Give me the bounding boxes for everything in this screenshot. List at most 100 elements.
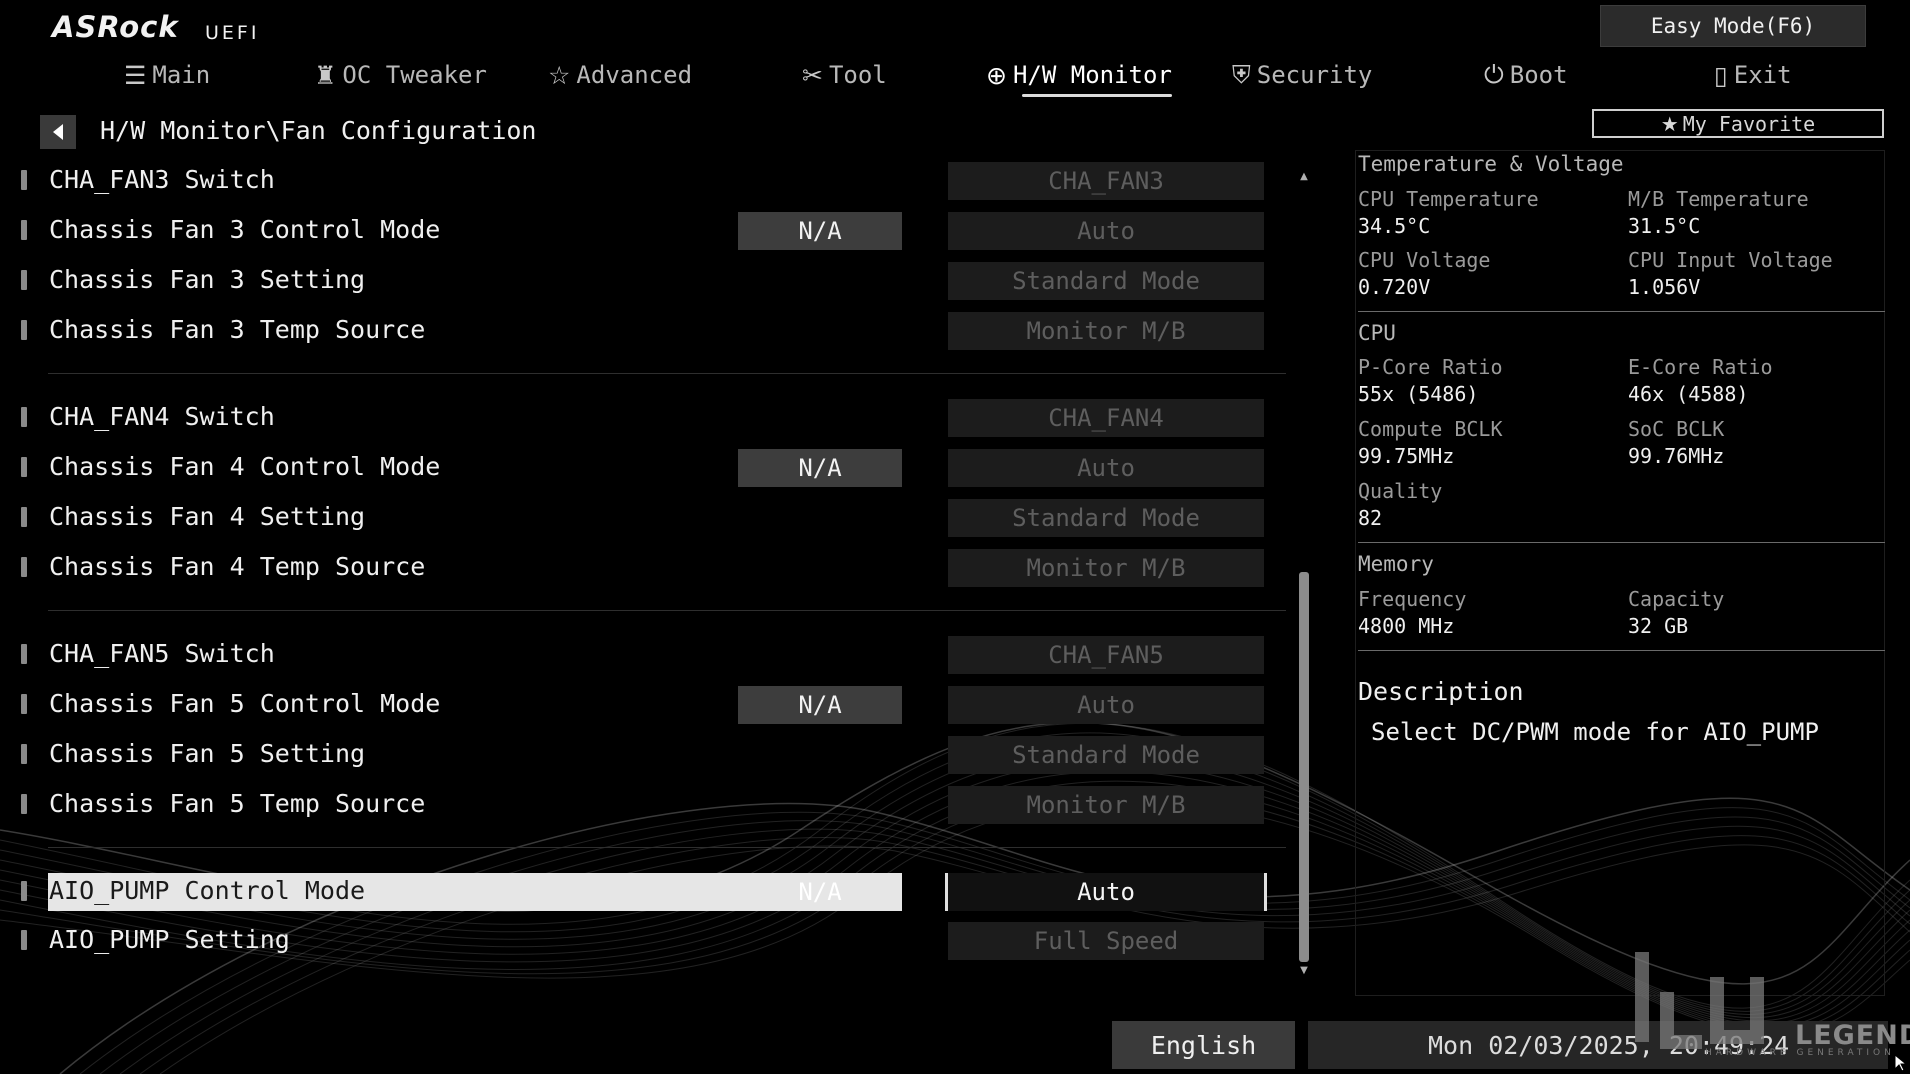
uefi-logo-text: UEFI <box>205 22 260 44</box>
legend-watermark-subtext: HARDWARE GENERATION <box>1705 1048 1895 1058</box>
my-favorite-label: My Favorite <box>1682 111 1816 136</box>
tab-tool[interactable]: ✂ Tool <box>802 55 887 95</box>
description-title: Description <box>1358 677 1524 706</box>
row-marker <box>21 507 27 527</box>
setting-label: Chassis Fan 3 Control Mode <box>49 215 441 244</box>
tab-exit-label: Exit <box>1733 61 1792 89</box>
row-marker <box>21 220 27 240</box>
tab-hw-monitor[interactable]: ⊕ H/W Monitor <box>986 55 1172 97</box>
scrollbar[interactable]: ▲ ▼ <box>1296 168 1312 978</box>
setting-value[interactable]: Standard Mode <box>948 499 1264 537</box>
setting-row-cha-fan4-switch[interactable]: CHA_FAN4 Switch CHA_FAN4 <box>18 399 1288 439</box>
monitor-icon: ⊕ <box>986 60 1007 90</box>
back-button[interactable] <box>40 115 76 149</box>
memory-capacity-label: Capacity <box>1628 587 1725 611</box>
scroll-thumb[interactable] <box>1299 572 1309 962</box>
setting-row-chassis-fan4-control-mode[interactable]: Chassis Fan 4 Control Mode N/A Auto <box>18 449 1288 489</box>
soc-bclk-value: 99.76MHz <box>1628 444 1725 468</box>
tab-exit[interactable]: ▯ Exit <box>1714 55 1792 95</box>
tab-advanced[interactable]: ☆ Advanced <box>548 55 692 95</box>
pcore-ratio-label: P-Core Ratio <box>1358 355 1503 379</box>
setting-label: CHA_FAN5 Switch <box>49 639 275 668</box>
cpu-input-voltage-label: CPU Input Voltage <box>1628 248 1833 272</box>
my-favorite-button[interactable]: ★ My Favorite <box>1592 109 1884 138</box>
setting-row-chassis-fan3-setting[interactable]: Chassis Fan 3 Setting Standard Mode <box>18 262 1288 302</box>
tab-hw-monitor-label: H/W Monitor <box>1012 61 1172 89</box>
row-marker <box>21 457 27 477</box>
memory-frequency-label: Frequency <box>1358 587 1467 611</box>
setting-label: Chassis Fan 3 Setting <box>49 265 366 294</box>
cpu-input-voltage-value: 1.056V <box>1628 275 1701 299</box>
setting-row-chassis-fan5-control-mode[interactable]: Chassis Fan 5 Control Mode N/A Auto <box>18 686 1288 726</box>
legend-watermark-text: LEGEND <box>1795 1020 1910 1051</box>
setting-row-aio-pump-control-mode[interactable]: AIO_PUMP Control Mode N/A Auto <box>18 873 1288 913</box>
setting-row-chassis-fan4-setting[interactable]: Chassis Fan 4 Setting Standard Mode <box>18 499 1288 539</box>
breadcrumb: H/W Monitor\Fan Configuration <box>100 116 537 145</box>
setting-label: Chassis Fan 5 Setting <box>49 739 366 768</box>
panel-divider <box>1358 650 1885 651</box>
cpu-temp-label: CPU Temperature <box>1358 187 1539 211</box>
setting-value[interactable]: Monitor M/B <box>948 786 1264 824</box>
setting-row-chassis-fan3-control-mode[interactable]: Chassis Fan 3 Control Mode N/A Auto <box>18 212 1288 252</box>
setting-row-cha-fan5-switch[interactable]: CHA_FAN5 Switch CHA_FAN5 <box>18 636 1288 676</box>
tab-boot[interactable]: ⏻ Boot <box>1484 55 1568 95</box>
cpu-section-title: CPU <box>1358 321 1396 345</box>
tab-security-label: Security <box>1256 61 1373 89</box>
current-reading: N/A <box>738 686 902 724</box>
language-button[interactable]: English <box>1112 1021 1295 1069</box>
easy-mode-button[interactable]: Easy Mode(F6) <box>1600 5 1866 47</box>
quality-value: 82 <box>1358 506 1383 530</box>
row-marker <box>21 270 27 290</box>
tab-security[interactable]: ⛨ Security <box>1232 55 1372 95</box>
soc-bclk-label: SoC BCLK <box>1628 417 1725 441</box>
scroll-up-arrow-icon[interactable]: ▲ <box>1296 168 1312 184</box>
setting-value[interactable]: CHA_FAN4 <box>948 399 1264 437</box>
row-marker <box>21 644 27 664</box>
row-marker <box>21 557 27 577</box>
pcore-ratio-value: 55x (5486) <box>1358 382 1479 406</box>
ecore-ratio-label: E-Core Ratio <box>1628 355 1773 379</box>
tab-oc-tweaker-label: OC Tweaker <box>342 61 487 89</box>
info-panel <box>1355 150 1885 996</box>
setting-value[interactable]: Auto <box>945 873 1267 911</box>
setting-value[interactable]: CHA_FAN5 <box>948 636 1264 674</box>
tab-oc-tweaker[interactable]: ♜ OC Tweaker <box>314 55 487 95</box>
star-icon: ☆ <box>548 60 571 90</box>
group-divider <box>48 610 1286 611</box>
setting-value[interactable]: Full Speed <box>948 922 1264 960</box>
setting-value[interactable]: Standard Mode <box>948 262 1264 300</box>
setting-label: Chassis Fan 5 Temp Source <box>49 789 426 818</box>
setting-value[interactable]: Standard Mode <box>948 736 1264 774</box>
exit-door-icon: ▯ <box>1714 60 1728 90</box>
memory-frequency-value: 4800 MHz <box>1358 614 1455 638</box>
setting-value[interactable]: CHA_FAN3 <box>948 162 1264 200</box>
setting-row-cha-fan3-switch[interactable]: CHA_FAN3 Switch CHA_FAN3 <box>18 162 1288 202</box>
group-divider <box>48 847 1286 848</box>
current-reading: N/A <box>738 449 902 487</box>
setting-value[interactable]: Monitor M/B <box>948 312 1264 350</box>
tools-icon: ✂ <box>802 60 823 90</box>
setting-label: CHA_FAN4 Switch <box>49 402 275 431</box>
scroll-down-arrow-icon[interactable]: ▼ <box>1296 962 1312 978</box>
setting-value[interactable]: Auto <box>948 212 1264 250</box>
tab-main[interactable]: ☰ Main <box>124 55 210 95</box>
setting-value[interactable]: Auto <box>948 449 1264 487</box>
setting-label: Chassis Fan 3 Temp Source <box>49 315 426 344</box>
setting-label: AIO_PUMP Setting <box>49 925 290 954</box>
setting-row-chassis-fan3-temp-source[interactable]: Chassis Fan 3 Temp Source Monitor M/B <box>18 312 1288 352</box>
panel-divider <box>1358 311 1885 312</box>
setting-value[interactable]: Auto <box>948 686 1264 724</box>
compute-bclk-label: Compute BCLK <box>1358 417 1503 441</box>
panel-divider <box>1358 542 1885 543</box>
tab-advanced-label: Advanced <box>576 61 693 89</box>
setting-row-chassis-fan5-setting[interactable]: Chassis Fan 5 Setting Standard Mode <box>18 736 1288 776</box>
setting-label: Chassis Fan 5 Control Mode <box>49 689 441 718</box>
temp-voltage-title: Temperature & Voltage <box>1358 152 1624 176</box>
memory-section-title: Memory <box>1358 552 1434 576</box>
setting-value[interactable]: Monitor M/B <box>948 549 1264 587</box>
setting-row-chassis-fan4-temp-source[interactable]: Chassis Fan 4 Temp Source Monitor M/B <box>18 549 1288 589</box>
setting-row-chassis-fan5-temp-source[interactable]: Chassis Fan 5 Temp Source Monitor M/B <box>18 786 1288 826</box>
setting-row-aio-pump-setting[interactable]: AIO_PUMP Setting Full Speed <box>18 922 1288 962</box>
quality-label: Quality <box>1358 479 1443 503</box>
shield-icon: ⛨ <box>1232 60 1251 89</box>
